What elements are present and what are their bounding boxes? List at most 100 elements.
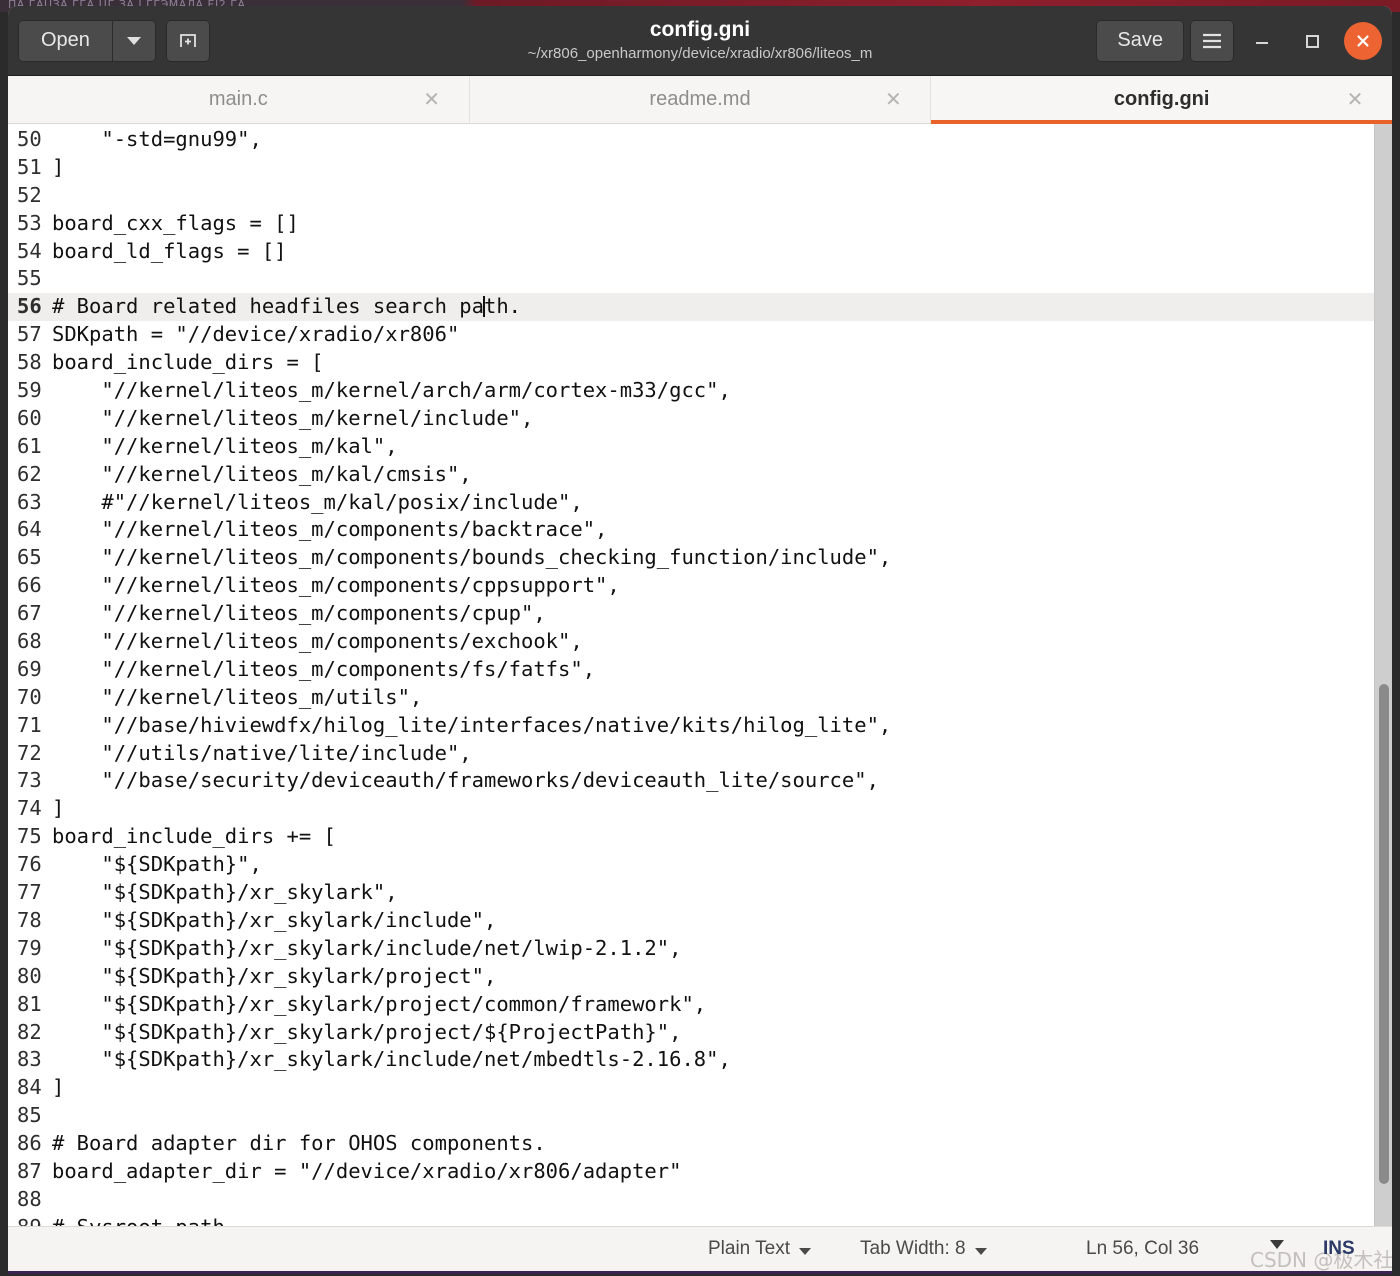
code-line: 66 "//kernel/liteos_m/components/cppsupp… — [8, 572, 1374, 600]
code-line-text: # Board related headfiles search path. — [52, 294, 522, 319]
tab-label: config.gni — [1113, 88, 1210, 110]
line-number: 61 — [17, 433, 42, 458]
line-number: 72 — [17, 740, 42, 765]
code-line-text: "${SDKpath}", — [52, 852, 262, 877]
code-line: 86 # Board adapter dir for OHOS component… — [8, 1130, 1374, 1158]
close-window-button[interactable] — [1344, 21, 1382, 60]
code-line: 64 "//kernel/liteos_m/components/backtra… — [8, 516, 1374, 544]
code-line: 82 "${SDKpath}/xr_skylark/project/${Proj… — [8, 1019, 1374, 1047]
line-number: 79 — [17, 935, 42, 960]
line-number: 74 — [17, 796, 42, 821]
line-number: 63 — [17, 489, 42, 514]
code-line-text: "${SDKpath}/xr_skylark", — [52, 880, 398, 905]
code-line: 54 board_ld_flags = [] — [8, 238, 1374, 266]
code-line: 68 "//kernel/liteos_m/components/exchook… — [8, 628, 1374, 656]
hamburger-menu-icon — [1203, 33, 1221, 48]
code-line: 63 #"//kernel/liteos_m/kal/posix/include… — [8, 489, 1374, 517]
code-line-text: #"//kernel/liteos_m/kal/posix/include", — [52, 489, 583, 514]
line-number: 57 — [17, 322, 42, 347]
text-cursor — [482, 296, 485, 318]
line-number: 66 — [17, 573, 42, 598]
code-line-text: "//base/hiviewdfx/hilog_lite/interfaces/… — [52, 712, 892, 737]
line-number: 78 — [17, 907, 42, 932]
header-left-controls: Open — [18, 19, 210, 62]
code-line: 55 — [8, 265, 1374, 293]
code-line: 74] — [8, 795, 1374, 823]
code-line-text: ] — [52, 796, 65, 821]
code-line-text: board_ld_flags = [] — [52, 238, 287, 263]
code-line: 75 board_include_dirs += [ — [8, 823, 1374, 851]
line-number: 50 — [17, 127, 42, 151]
editor-area: 50 "-std=gnu99", 51] 52 53 board_cxx_flags =… — [8, 124, 1392, 1226]
code-line: 85 — [8, 1102, 1374, 1130]
code-line-text: # Board adapter dir for OHOS components. — [52, 1131, 546, 1156]
code-line-text: "${SDKpath}/xr_skylark/include/net/mbedt… — [52, 1047, 731, 1072]
code-line-text: "${SDKpath}/xr_skylark/project/common/fr… — [52, 991, 707, 1016]
code-line: 81 "${SDKpath}/xr_skylark/project/common… — [8, 991, 1374, 1019]
tab-main-c[interactable]: main.c ✕ — [8, 76, 470, 123]
line-number: 58 — [17, 350, 42, 375]
save-button[interactable]: Save — [1096, 19, 1184, 62]
tab-label: main.c — [208, 88, 268, 110]
code-text-view[interactable]: 50 "-std=gnu99", 51] 52 53 board_cxx_flags =… — [8, 124, 1374, 1226]
page-subtitle-path: ~/xr806_openharmony/device/xradio/xr806/… — [527, 44, 873, 62]
chevron-down-icon — [974, 1247, 987, 1255]
code-line-text: board_include_dirs += [ — [52, 824, 336, 849]
close-icon[interactable]: ✕ — [882, 89, 904, 111]
line-number: 73 — [17, 768, 42, 793]
code-line-text: board_adapter_dir = "//device/xradio/xr8… — [52, 1158, 682, 1183]
code-line-text: "${SDKpath}/xr_skylark/include/net/lwip-… — [52, 935, 682, 960]
header-right-controls: Save — [1096, 19, 1382, 63]
close-icon[interactable]: ✕ — [1344, 89, 1366, 111]
new-document-icon — [180, 33, 196, 47]
code-line-text: "//kernel/liteos_m/components/backtrace"… — [52, 517, 608, 542]
chevron-down-icon[interactable] — [1270, 1240, 1284, 1249]
line-number: 83 — [17, 1047, 42, 1072]
code-line: 61 "//kernel/liteos_m/kal", — [8, 433, 1374, 461]
code-line: 72 "//utils/native/lite/include", — [8, 740, 1374, 768]
code-line: 57 SDKpath = "//device/xradio/xr806" — [8, 321, 1374, 349]
page-title: config.gni — [649, 17, 751, 41]
open-split-button[interactable]: Open — [18, 19, 156, 62]
vertical-scrollbar[interactable] — [1374, 124, 1392, 1226]
code-line-text: ] — [52, 1075, 65, 1100]
open-dropdown-button[interactable] — [111, 19, 156, 62]
code-line: 52 — [8, 182, 1374, 210]
scrollbar-thumb[interactable] — [1379, 684, 1389, 1184]
line-number: 76 — [17, 852, 42, 877]
language-label: Plain Text — [708, 1238, 791, 1259]
line-number: 69 — [17, 656, 42, 681]
line-number: 84 — [17, 1075, 42, 1100]
line-number: 60 — [17, 405, 42, 430]
chevron-down-icon — [799, 1247, 812, 1255]
line-number: 70 — [17, 684, 42, 709]
code-line: 77 "${SDKpath}/xr_skylark", — [8, 879, 1374, 907]
insert-mode-label: INS — [1323, 1238, 1355, 1259]
new-document-button[interactable] — [165, 19, 210, 62]
tab-label: readme.md — [649, 88, 751, 110]
line-number: 56 — [17, 294, 42, 319]
code-line: 87 board_adapter_dir = "//device/xradio/x… — [8, 1158, 1374, 1186]
line-number: 87 — [17, 1158, 42, 1183]
code-line-text: "//kernel/liteos_m/components/cpup", — [52, 601, 546, 626]
code-line: 84] — [8, 1074, 1374, 1102]
hamburger-menu-button[interactable] — [1190, 19, 1234, 62]
language-selector[interactable]: Plain Text — [708, 1238, 812, 1260]
code-line: 80 "${SDKpath}/xr_skylark/project", — [8, 963, 1374, 991]
line-number: 88 — [17, 1186, 42, 1211]
code-line: 78 "${SDKpath}/xr_skylark/include", — [8, 907, 1374, 935]
line-number: 64 — [17, 517, 42, 542]
open-button[interactable]: Open — [18, 19, 112, 62]
tab-readme-md[interactable]: readme.md ✕ — [470, 76, 932, 123]
tab-width-selector[interactable]: Tab Width: 8 — [860, 1238, 987, 1260]
code-line: 88 — [8, 1186, 1374, 1214]
line-number: 52 — [17, 182, 42, 207]
tab-config-gni[interactable]: config.gni ✕ — [931, 76, 1392, 124]
line-number: 85 — [17, 1103, 42, 1128]
line-number: 59 — [17, 378, 42, 403]
code-line-text: "//kernel/liteos_m/utils", — [52, 684, 423, 709]
minimize-button[interactable] — [1240, 19, 1284, 63]
maximize-button[interactable] — [1290, 19, 1334, 63]
close-icon[interactable]: ✕ — [421, 89, 443, 111]
code-line: 65 "//kernel/liteos_m/components/bounds_… — [8, 544, 1374, 572]
